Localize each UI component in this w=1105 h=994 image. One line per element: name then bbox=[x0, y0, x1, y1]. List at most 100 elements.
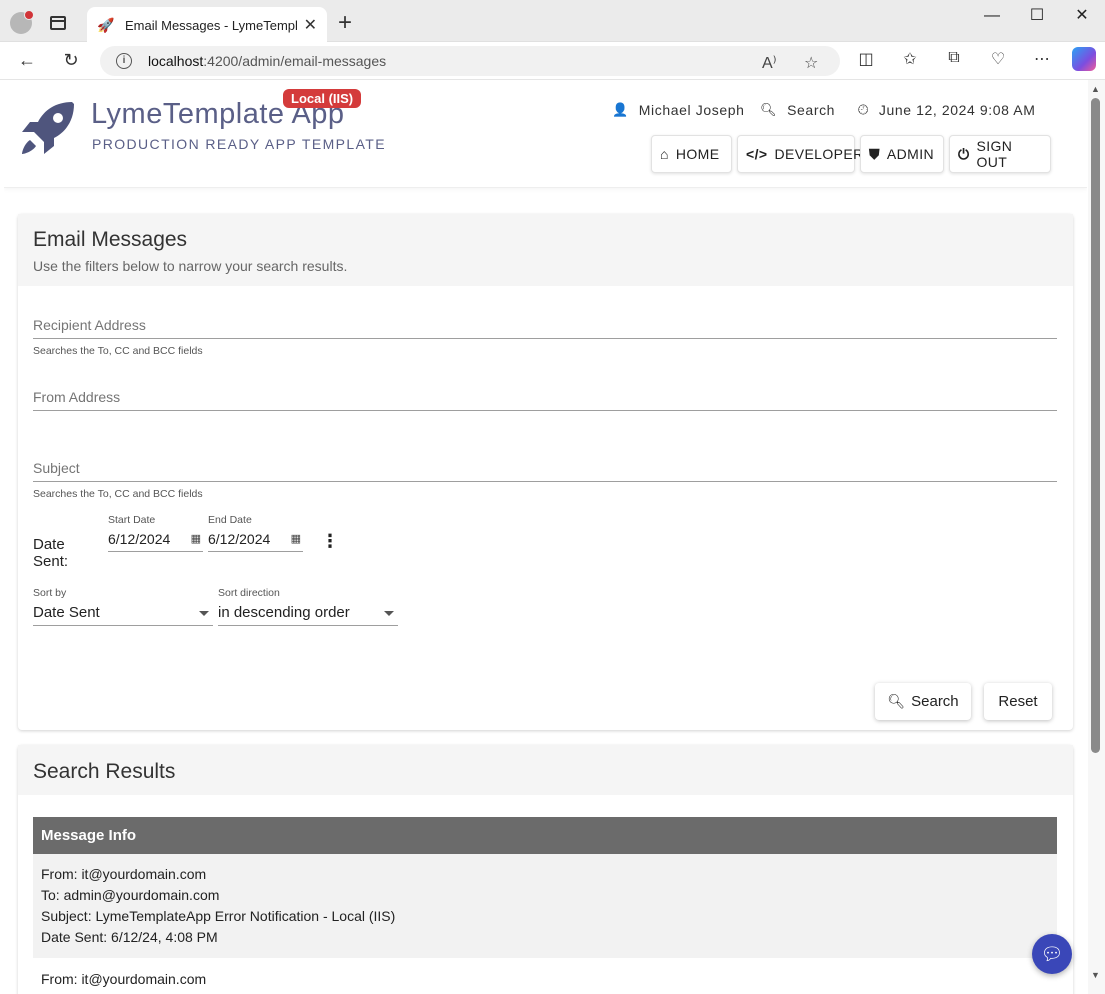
table-header-message-info: Message Info bbox=[33, 817, 1057, 854]
end-date-field[interactable]: End Date 6/12/2024 ▦ bbox=[208, 514, 303, 552]
page-title: Email Messages bbox=[33, 228, 188, 251]
sort-direction-label: Sort direction bbox=[218, 587, 280, 599]
maximize-button[interactable]: ☐ bbox=[1025, 6, 1049, 26]
refresh-icon[interactable]: ↻ bbox=[60, 50, 82, 70]
code-icon: </> bbox=[746, 146, 768, 162]
browser-essentials-icon[interactable]: ♡ bbox=[987, 49, 1009, 69]
browser-tab[interactable]: 🚀 Email Messages - LymeTemplate ✕ bbox=[87, 7, 327, 43]
nav-signout-label: SIGN OUT bbox=[976, 138, 1013, 170]
recipient-hint: Searches the To, CC and BCC fields bbox=[33, 345, 203, 357]
clock-icon: 🕘︎ bbox=[858, 102, 869, 117]
rocket-favicon-icon: 🚀 bbox=[97, 17, 115, 33]
tab-actions-icon[interactable] bbox=[50, 16, 66, 30]
more-menu-icon[interactable]: ⋯ bbox=[1031, 49, 1053, 69]
search-icon: 🔍︎ bbox=[760, 102, 778, 117]
subject-hint: Searches the To, CC and BCC fields bbox=[33, 488, 203, 500]
page-scrollbar[interactable]: ▲ ▼ bbox=[1088, 80, 1105, 994]
scroll-up-icon[interactable]: ▲ bbox=[1091, 84, 1100, 94]
end-date-input[interactable]: 6/12/2024 ▦ bbox=[208, 531, 303, 552]
collections-icon[interactable]: ⧉ bbox=[943, 49, 965, 67]
calendar-icon[interactable]: ▦ bbox=[291, 532, 301, 545]
sort-by-select[interactable]: Sort by Date Sent bbox=[33, 587, 213, 626]
from-address-input[interactable]: From Address bbox=[33, 389, 1057, 411]
favorite-star-icon[interactable]: ☆ bbox=[804, 53, 818, 73]
sort-direction-select[interactable]: Sort direction in descending order bbox=[218, 587, 398, 626]
app-header: LymeTemplate App Local (IIS) PRODUCTION … bbox=[4, 80, 1087, 188]
filters-description: Use the filters below to narrow your sea… bbox=[33, 258, 348, 274]
close-window-button[interactable]: ✕ bbox=[1070, 6, 1094, 26]
nav-home-button[interactable]: ⌂ HOME bbox=[651, 135, 732, 173]
row-subject: Subject: LymeTemplateApp Error Notificat… bbox=[41, 908, 396, 924]
end-date-label: End Date bbox=[208, 514, 252, 526]
user-icon: 👤 bbox=[612, 102, 629, 117]
search-button-label: Search bbox=[911, 693, 959, 710]
sort-by-label: Sort by bbox=[33, 587, 67, 599]
date-options-kebab-icon[interactable]: ⋮ bbox=[321, 532, 339, 550]
sort-direction-value-box[interactable]: in descending order bbox=[218, 604, 398, 626]
table-row[interactable]: From: it@yourdomain.com To: admin@yourdo… bbox=[33, 854, 1057, 959]
reset-button[interactable]: Reset bbox=[984, 683, 1052, 720]
address-bar[interactable]: i localhost:4200/admin/email-messages A⁾… bbox=[100, 46, 840, 76]
start-date-label: Start Date bbox=[108, 514, 156, 526]
copilot-icon[interactable] bbox=[1072, 47, 1096, 71]
scrollbar-thumb[interactable] bbox=[1091, 98, 1100, 753]
user-menu[interactable]: 👤 Michael Joseph bbox=[612, 102, 744, 118]
browser-toolbar: ← ↻ i localhost:4200/admin/email-message… bbox=[0, 42, 1105, 80]
recipient-address-input[interactable]: Recipient Address bbox=[33, 317, 1057, 339]
start-date-field[interactable]: Start Date 6/12/2024 ▦ bbox=[108, 514, 203, 552]
row-from: From: it@yourdomain.com bbox=[41, 866, 207, 882]
row-date: Date Sent: 6/12/24, 4:08 PM bbox=[41, 929, 218, 945]
sort-direction-value: in descending order bbox=[218, 604, 350, 621]
chat-icon[interactable]: 💬︎ bbox=[1032, 934, 1072, 974]
url-text[interactable]: localhost:4200/admin/email-messages bbox=[148, 53, 386, 69]
recipient-address-field[interactable]: Recipient Address Searches the To, CC an… bbox=[33, 317, 1057, 357]
user-name: Michael Joseph bbox=[638, 102, 745, 118]
split-screen-icon[interactable]: ◫ bbox=[855, 49, 877, 69]
page-viewport: LymeTemplate App Local (IIS) PRODUCTION … bbox=[4, 80, 1087, 994]
datetime-text: June 12, 2024 9:08 AM bbox=[878, 102, 1036, 118]
back-icon[interactable]: ← bbox=[16, 50, 38, 70]
tab-title: Email Messages - LymeTemplate bbox=[125, 17, 297, 33]
shield-icon: ⛊ bbox=[869, 145, 880, 162]
nav-developer-button[interactable]: </> DEVELOPER bbox=[737, 135, 863, 173]
date-sent-label: Date Sent: bbox=[33, 536, 69, 570]
header-datetime: 🕘︎ June 12, 2024 9:08 AM bbox=[858, 102, 1036, 118]
filters-card-header: Email Messages Use the filters below to … bbox=[18, 214, 1073, 286]
start-date-input[interactable]: 6/12/2024 ▦ bbox=[108, 531, 203, 552]
end-date-value: 6/12/2024 bbox=[208, 531, 271, 547]
search-button[interactable]: 🔍︎ Search bbox=[875, 683, 971, 720]
power-icon: ⏻ bbox=[958, 145, 970, 162]
start-date-value: 6/12/2024 bbox=[108, 531, 171, 547]
table-row[interactable]: From: it@yourdomain.com bbox=[33, 959, 1057, 994]
tab-close-icon[interactable]: ✕ bbox=[304, 15, 317, 35]
favorites-icon[interactable]: ✩ bbox=[899, 49, 921, 69]
new-tab-button[interactable]: + bbox=[338, 10, 352, 36]
read-aloud-icon[interactable]: A⁾ bbox=[762, 53, 777, 73]
nav-developer-label: DEVELOPER bbox=[774, 146, 864, 162]
nav-admin-button[interactable]: ⛊ ADMIN bbox=[860, 135, 944, 173]
sort-by-value: Date Sent bbox=[33, 604, 100, 621]
row-from: From: it@yourdomain.com bbox=[41, 971, 207, 987]
minimize-button[interactable]: — bbox=[980, 6, 1004, 26]
results-card: Search Results Message Info From: it@you… bbox=[18, 745, 1073, 994]
site-info-icon[interactable]: i bbox=[116, 53, 132, 69]
rocket-logo-icon bbox=[22, 102, 74, 154]
nav-signout-button[interactable]: ⏻ SIGN OUT bbox=[949, 135, 1051, 173]
browser-titlebar: 🚀 Email Messages - LymeTemplate ✕ + — ☐ … bbox=[0, 0, 1105, 43]
reset-button-label: Reset bbox=[998, 693, 1038, 710]
chevron-down-icon bbox=[199, 611, 209, 616]
chevron-down-icon bbox=[384, 611, 394, 616]
profile-avatar[interactable] bbox=[10, 10, 34, 34]
subject-input[interactable]: Subject bbox=[33, 460, 1057, 482]
nav-home-label: HOME bbox=[675, 146, 720, 162]
filters-card: Email Messages Use the filters below to … bbox=[18, 214, 1073, 730]
environment-badge: Local (IIS) bbox=[283, 89, 362, 108]
search-icon: 🔍︎ bbox=[887, 693, 906, 709]
nav-admin-label: ADMIN bbox=[886, 146, 935, 162]
from-address-field[interactable]: From Address bbox=[33, 389, 1057, 411]
header-search[interactable]: 🔍︎ Search bbox=[760, 102, 835, 118]
scroll-down-icon[interactable]: ▼ bbox=[1091, 970, 1100, 980]
calendar-icon[interactable]: ▦ bbox=[191, 532, 201, 545]
subject-field[interactable]: Subject Searches the To, CC and BCC fiel… bbox=[33, 460, 1057, 500]
sort-by-value-box[interactable]: Date Sent bbox=[33, 604, 213, 626]
